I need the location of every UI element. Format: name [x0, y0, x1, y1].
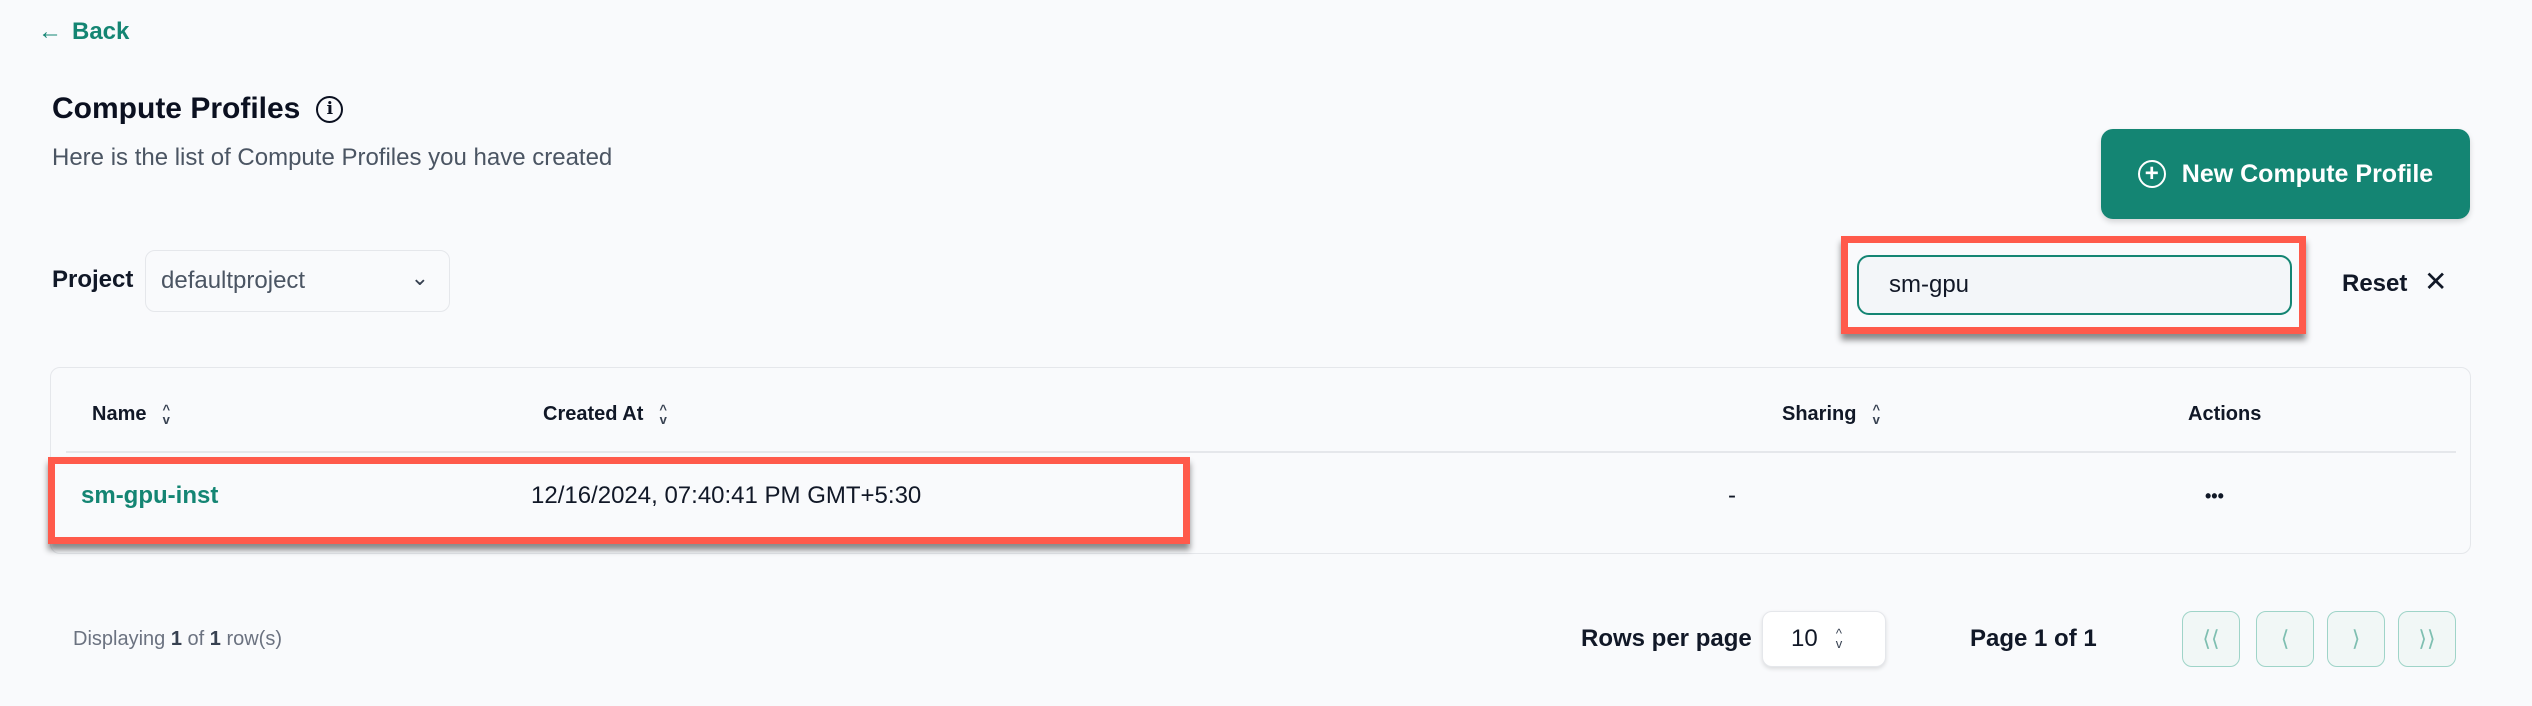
- chevron-right-icon: ⟩: [2351, 626, 2361, 651]
- more-actions-icon[interactable]: •••: [2205, 486, 2224, 507]
- column-header-actions: Actions: [2188, 403, 2262, 425]
- previous-page-button[interactable]: ⟨: [2256, 611, 2314, 667]
- chevrons-left-icon: ⟨⟨: [2202, 626, 2220, 651]
- rows-per-page-select[interactable]: 10 ^ v: [1762, 611, 1886, 667]
- highlight-box-row: [48, 457, 1190, 544]
- reset-button[interactable]: Reset: [2342, 270, 2407, 298]
- chevrons-right-icon: ⟩⟩: [2418, 626, 2436, 651]
- new-compute-profile-button[interactable]: + New Compute Profile: [2101, 129, 2470, 219]
- column-header-sharing[interactable]: Sharing ^ v: [1782, 403, 1880, 426]
- chevron-down-icon: ⌄: [410, 265, 429, 290]
- page-title: Compute Profiles i: [52, 92, 344, 126]
- page-subtitle: Here is the list of Compute Profiles you…: [52, 144, 613, 171]
- sort-icon: ^ v: [162, 401, 171, 427]
- close-icon[interactable]: ✕: [2424, 265, 2447, 298]
- arrow-left-icon: ←: [38, 18, 62, 45]
- chevron-up-down-icon: ^ v: [1835, 626, 1843, 651]
- page-indicator: Page 1 of 1: [1970, 625, 2097, 652]
- rows-display-status: Displaying 1 of 1 row(s): [73, 628, 282, 650]
- sort-icon: ^ v: [1872, 401, 1881, 427]
- project-select[interactable]: defaultproject ⌄: [145, 250, 450, 312]
- next-page-button[interactable]: ⟩: [2327, 611, 2385, 667]
- project-label: Project: [52, 266, 134, 293]
- chevron-left-icon: ⟨: [2280, 626, 2290, 651]
- plus-circle-icon: +: [2137, 160, 2166, 188]
- column-header-name[interactable]: Name ^ v: [92, 403, 170, 426]
- sort-icon: ^ v: [659, 401, 667, 427]
- search-input[interactable]: [1857, 255, 2292, 315]
- rows-per-page-label: Rows per page: [1581, 625, 1752, 652]
- column-header-created-at[interactable]: Created At ^ v: [543, 403, 667, 426]
- info-icon[interactable]: i: [316, 95, 344, 123]
- sharing-cell: -: [1728, 482, 1736, 509]
- header-divider: [66, 451, 2456, 453]
- first-page-button[interactable]: ⟨⟨: [2182, 611, 2240, 667]
- back-link[interactable]: ← Back: [38, 18, 129, 46]
- last-page-button[interactable]: ⟩⟩: [2398, 611, 2456, 667]
